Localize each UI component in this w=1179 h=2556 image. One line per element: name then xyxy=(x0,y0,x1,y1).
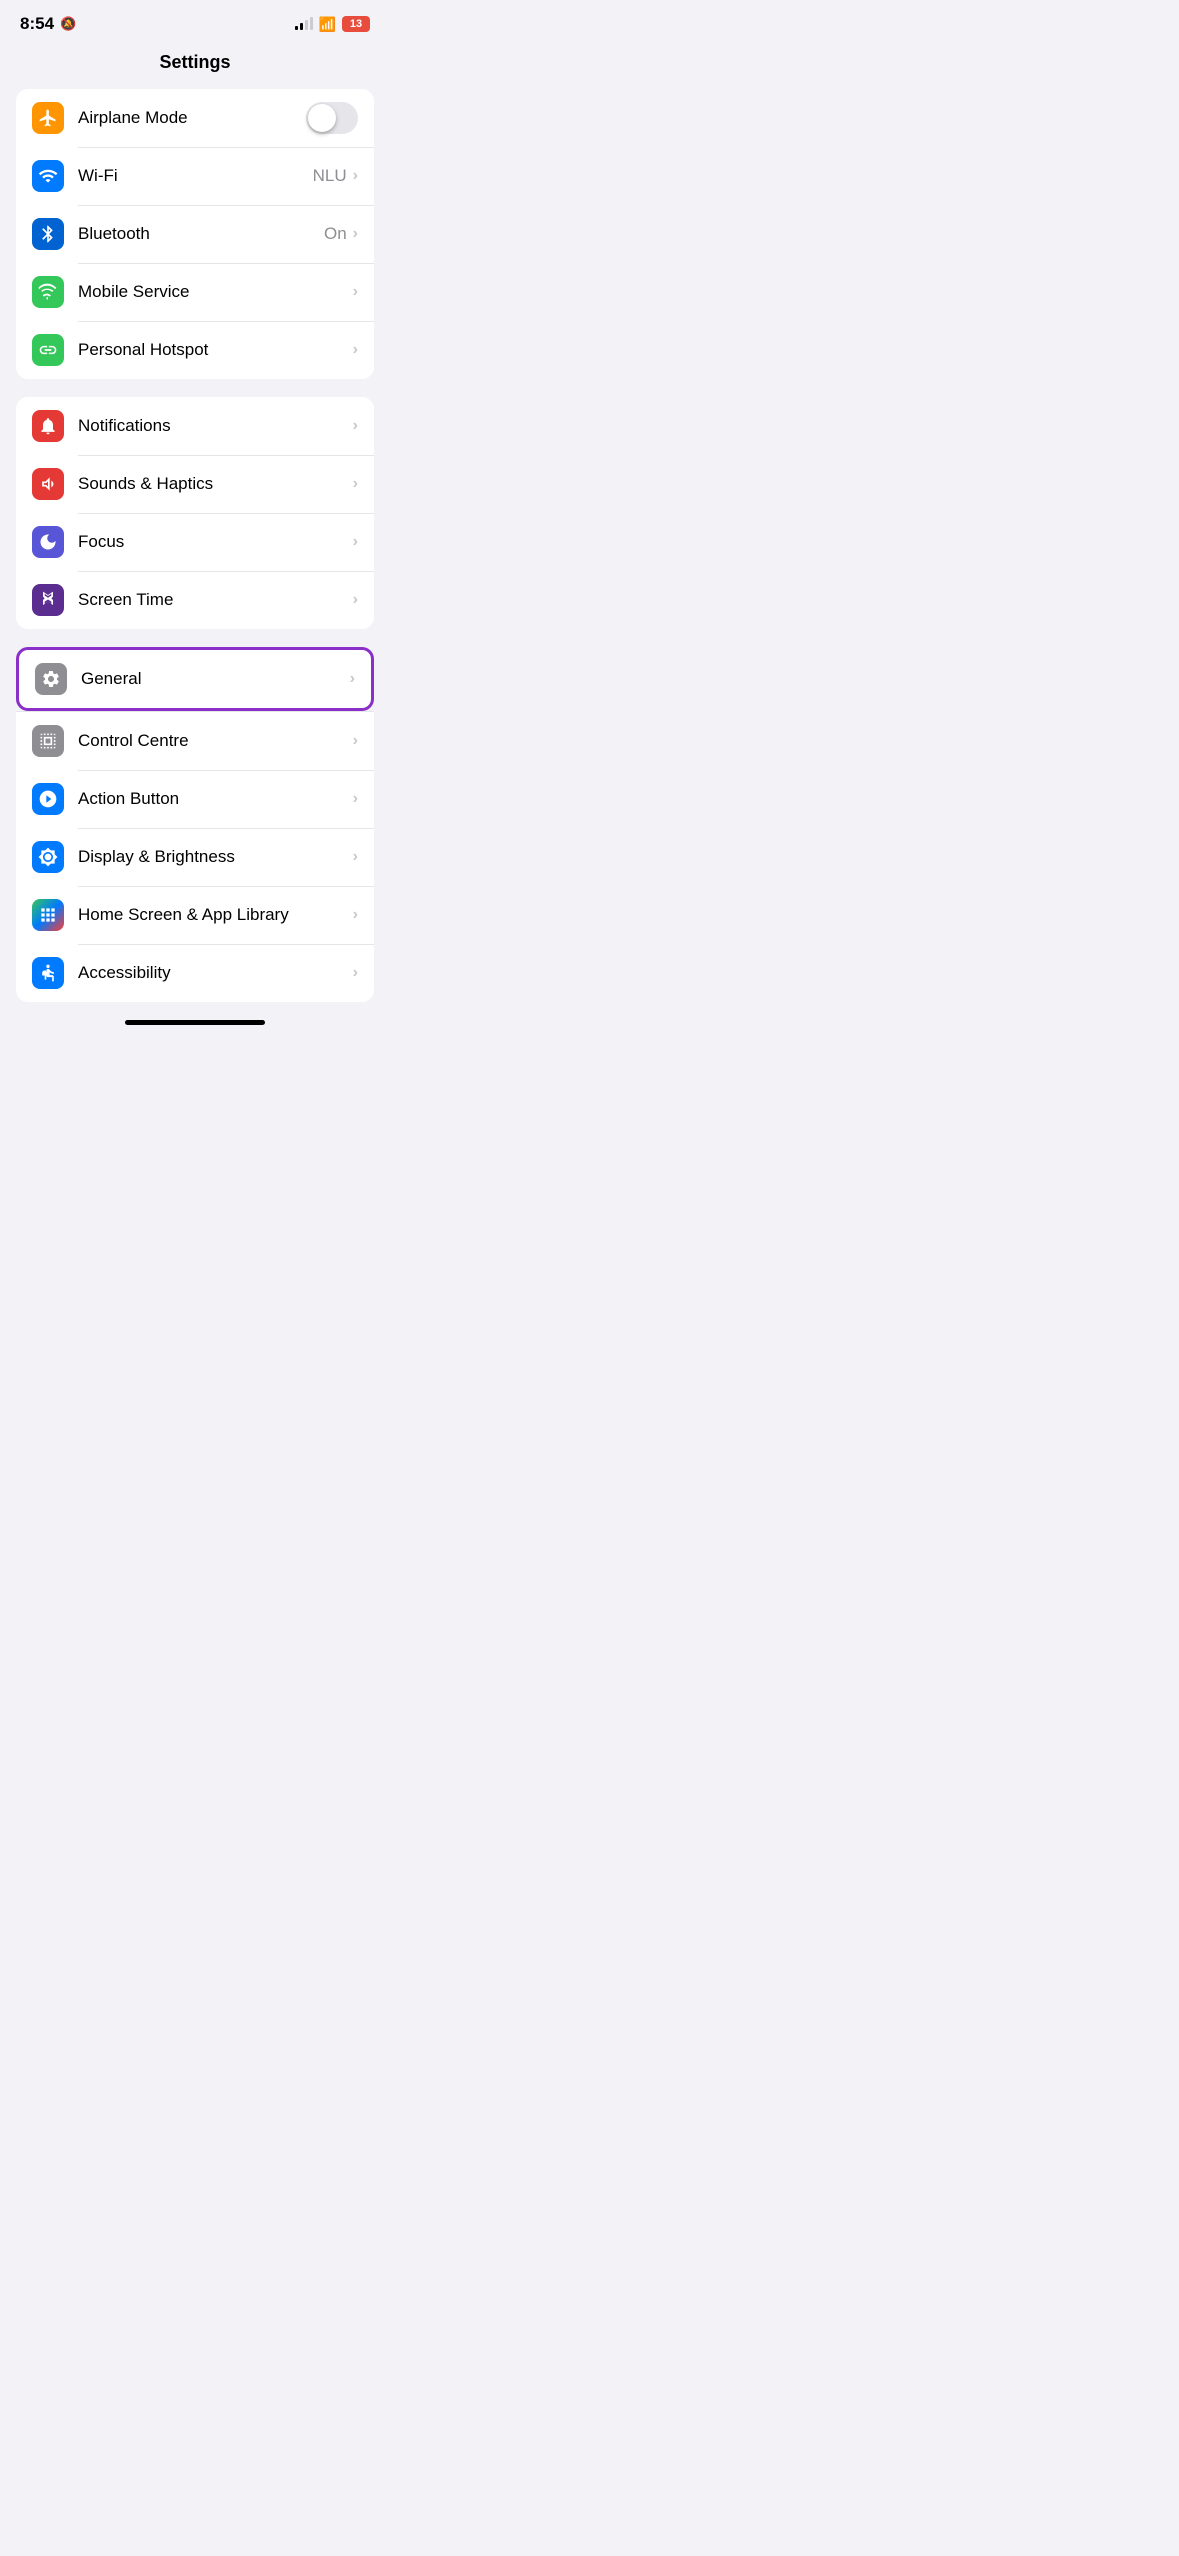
screen-time-icon xyxy=(32,584,64,616)
focus-icon xyxy=(32,526,64,558)
sounds-icon xyxy=(32,468,64,500)
mobile-service-row[interactable]: Mobile Service › xyxy=(16,263,374,321)
home-screen-chevron: › xyxy=(353,906,358,924)
mute-icon: 🔕 xyxy=(60,16,76,32)
general-icon xyxy=(35,663,67,695)
mobile-service-chevron: › xyxy=(353,283,358,301)
accessibility-icon xyxy=(32,957,64,989)
mobile-service-label: Mobile Service xyxy=(78,282,353,302)
battery-indicator: 13 xyxy=(342,16,370,32)
bluetooth-row[interactable]: Bluetooth On › xyxy=(16,205,374,263)
bluetooth-label: Bluetooth xyxy=(78,224,324,244)
status-icons: 📶 13 xyxy=(295,16,370,33)
notifications-row[interactable]: Notifications › xyxy=(16,397,374,455)
signal-icon xyxy=(295,18,313,30)
wifi-chevron: › xyxy=(353,167,358,185)
personal-hotspot-row[interactable]: Personal Hotspot › xyxy=(16,321,374,379)
notifications-label: Notifications xyxy=(78,416,353,436)
wifi-row[interactable]: Wi-Fi NLU › xyxy=(16,147,374,205)
home-screen-label: Home Screen & App Library xyxy=(78,905,353,925)
status-time: 8:54 🔕 xyxy=(20,14,76,34)
appearance-group: Control Centre › Action Button › Display… xyxy=(16,711,374,1002)
general-chevron: › xyxy=(350,670,355,688)
action-button-row[interactable]: Action Button › xyxy=(16,770,374,828)
focus-row[interactable]: Focus › xyxy=(16,513,374,571)
notifications-chevron: › xyxy=(353,417,358,435)
personal-hotspot-label: Personal Hotspot xyxy=(78,340,353,360)
action-button-chevron: › xyxy=(353,790,358,808)
accessibility-chevron: › xyxy=(353,964,358,982)
focus-label: Focus xyxy=(78,532,353,552)
general-row[interactable]: General › xyxy=(19,650,371,708)
display-brightness-label: Display & Brightness xyxy=(78,847,353,867)
home-screen-row[interactable]: Home Screen & App Library › xyxy=(16,886,374,944)
airplane-mode-icon xyxy=(32,102,64,134)
accessibility-label: Accessibility xyxy=(78,963,353,983)
airplane-mode-label: Airplane Mode xyxy=(78,108,306,128)
page-title: Settings xyxy=(0,42,390,89)
system-group: Notifications › Sounds & Haptics › Focus… xyxy=(16,397,374,629)
bluetooth-chevron: › xyxy=(353,225,358,243)
status-bar: 8:54 🔕 📶 13 xyxy=(0,0,390,42)
wifi-value: NLU xyxy=(313,166,347,186)
focus-chevron: › xyxy=(353,533,358,551)
general-highlighted-group: General › xyxy=(16,647,374,711)
screen-time-label: Screen Time xyxy=(78,590,353,610)
display-brightness-row[interactable]: Display & Brightness › xyxy=(16,828,374,886)
control-centre-row[interactable]: Control Centre › xyxy=(16,712,374,770)
personal-hotspot-icon xyxy=(32,334,64,366)
display-brightness-chevron: › xyxy=(353,848,358,866)
notifications-icon xyxy=(32,410,64,442)
control-centre-chevron: › xyxy=(353,732,358,750)
accessibility-row[interactable]: Accessibility › xyxy=(16,944,374,1002)
action-button-label: Action Button xyxy=(78,789,353,809)
wifi-label: Wi-Fi xyxy=(78,166,313,186)
wifi-icon xyxy=(32,160,64,192)
display-brightness-icon xyxy=(32,841,64,873)
bluetooth-icon xyxy=(32,218,64,250)
screen-time-chevron: › xyxy=(353,591,358,609)
sounds-chevron: › xyxy=(353,475,358,493)
time-label: 8:54 xyxy=(20,14,54,34)
airplane-mode-row[interactable]: Airplane Mode xyxy=(16,89,374,147)
airplane-mode-toggle[interactable] xyxy=(306,102,358,134)
personal-hotspot-chevron: › xyxy=(353,341,358,359)
action-button-icon xyxy=(32,783,64,815)
home-screen-icon xyxy=(32,899,64,931)
bluetooth-value: On xyxy=(324,224,347,244)
general-label: General xyxy=(81,669,350,689)
home-indicator xyxy=(125,1020,265,1025)
connectivity-group: Airplane Mode Wi-Fi NLU › Bluetooth On ›… xyxy=(16,89,374,379)
sounds-label: Sounds & Haptics xyxy=(78,474,353,494)
screen-time-row[interactable]: Screen Time › xyxy=(16,571,374,629)
control-centre-label: Control Centre xyxy=(78,731,353,751)
wifi-icon: 📶 xyxy=(319,16,336,33)
control-centre-icon xyxy=(32,725,64,757)
mobile-service-icon xyxy=(32,276,64,308)
sounds-row[interactable]: Sounds & Haptics › xyxy=(16,455,374,513)
